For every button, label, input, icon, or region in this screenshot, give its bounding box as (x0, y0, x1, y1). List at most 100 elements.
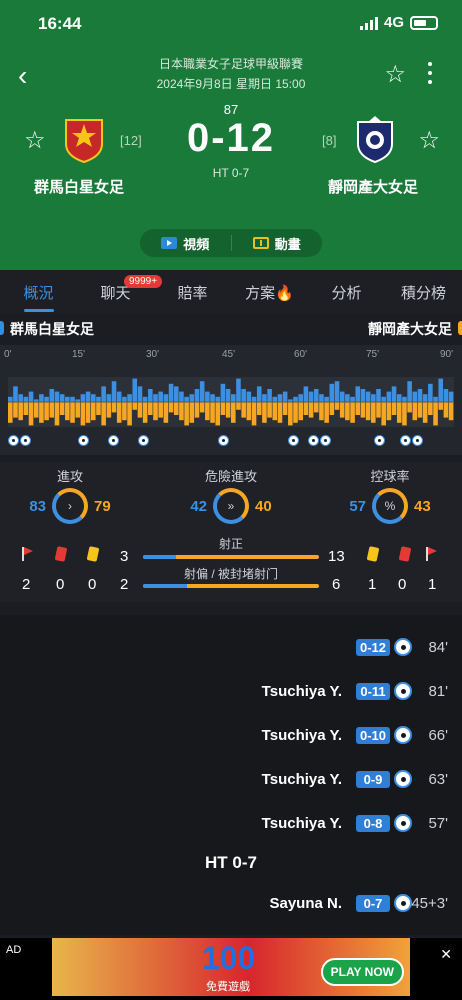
match-header: 16:44 4G ‹ 日本職業女子足球甲級聯賽 2024年9月8日 星期日 15… (0, 0, 462, 270)
away-pressure-bar (65, 402, 70, 421)
home-pressure-bar (251, 396, 257, 402)
on-target-bar (143, 555, 319, 559)
home-pressure-bar (438, 378, 444, 402)
away-pressure-bar (132, 402, 138, 410)
away-pressure-bar (184, 402, 189, 426)
away-pressure-bar (75, 402, 81, 418)
timeline-goal-icon (108, 435, 119, 446)
away-pressure-bar (101, 402, 106, 426)
animation-button[interactable]: 動畫 (232, 229, 323, 257)
ad-close-icon[interactable]: ✕ (440, 946, 452, 963)
attack-home: 83 (29, 497, 46, 515)
red-card-icon (54, 546, 68, 562)
away-pressure-bar (386, 402, 392, 421)
tab-odds[interactable]: 賠率 (154, 270, 231, 314)
home-pressure-bar (298, 394, 304, 402)
home-pressure-bar (106, 394, 112, 402)
away-pressure-bar (205, 402, 210, 421)
signal-icon (359, 16, 378, 30)
home-pressure-bar (448, 391, 454, 402)
away-pressure-bar (148, 402, 153, 415)
away-pressure-bar (324, 402, 329, 423)
home-pressure-bar (39, 394, 44, 402)
ad-label: AD (6, 944, 22, 956)
home-team-name[interactable]: 群馬白星女足 (34, 176, 124, 197)
away-pressure-bar (381, 402, 386, 426)
network-label: 4G (383, 14, 404, 31)
away-pressure-bar (8, 402, 13, 423)
away-pressure-bar (293, 402, 298, 423)
home-pressure-bar (396, 394, 402, 402)
away-pressure-bar (376, 402, 381, 418)
event-row[interactable]: 0-12 84' (0, 633, 462, 663)
ad-play-now-button[interactable]: PLAY NOW (320, 958, 404, 986)
event-player: Tsuchiya Y. (261, 815, 342, 832)
home-pressure-bar (313, 389, 319, 402)
away-pressure-bar (59, 402, 65, 415)
away-pressure-bar (256, 402, 262, 415)
home-pressure-bar (443, 389, 449, 402)
attack-ring-icon: › (52, 488, 88, 524)
media-switcher: 視頻 動畫 (140, 229, 322, 257)
home-pressure-bar (272, 396, 278, 402)
favorite-away-icon[interactable]: ☆ (418, 126, 440, 155)
away-pressure-bar (85, 402, 91, 423)
away-pressure-bar (371, 402, 376, 423)
home-red: 0 (56, 576, 65, 593)
tab-plans[interactable]: 方案🔥 (231, 270, 308, 314)
home-pressure-bar (386, 391, 392, 402)
tick-label: 30' (146, 349, 160, 360)
timeline-away-name: 靜岡產大女足 (368, 321, 462, 337)
away-pressure-bar (417, 402, 423, 418)
event-row[interactable]: Tsuchiya Y. 0-8 57' (0, 809, 462, 839)
tab-analysis[interactable]: 分析 (308, 270, 385, 314)
home-pressure-bar (360, 389, 366, 402)
away-pressure-bar (448, 402, 454, 421)
event-row[interactable]: Sayuna N. 0-7 45+3' (0, 889, 462, 919)
away-pressure-bar (33, 402, 39, 418)
stat-possession: 控球率 57 % 43 (330, 466, 450, 524)
timeline-goal-icon (308, 435, 319, 446)
home-pressure-bar (210, 394, 215, 402)
ad-banner[interactable]: 100 免費遊戲 PLAY NOW (52, 938, 410, 996)
away-pressure-bar (339, 402, 345, 418)
tick-label: 0' (4, 349, 12, 360)
away-pressure-bar (345, 402, 350, 421)
event-row[interactable]: Tsuchiya Y. 0-10 66' (0, 721, 462, 751)
home-pressure-bar (303, 386, 309, 402)
away-pressure-bar (173, 402, 179, 415)
favorite-match-icon[interactable]: ☆ (384, 60, 406, 89)
tab-overview[interactable]: 概況 (0, 270, 77, 314)
home-pressure-bar (376, 389, 381, 402)
away-pressure-bar (282, 402, 288, 415)
away-team-name[interactable]: 靜岡產大女足 (328, 176, 418, 197)
home-pressure-bar (127, 394, 132, 402)
home-pressure-bar (90, 394, 96, 402)
event-minute: 45+3' (411, 895, 448, 912)
tick-label: 15' (72, 349, 86, 360)
home-pressure-bar (220, 383, 226, 402)
goal-ball-icon (394, 814, 412, 832)
away-pressure-bar (319, 402, 324, 421)
away-pressure-bar (438, 402, 444, 410)
home-pressure-bar (173, 386, 179, 402)
off-target-home: 2 (120, 576, 129, 593)
away-pressure-bar (23, 402, 29, 415)
on-target-label: 射正 (218, 537, 243, 551)
home-pressure-bar (132, 378, 138, 402)
home-pressure-bar (137, 386, 143, 402)
away-pressure-bar (298, 402, 304, 421)
event-row[interactable]: Tsuchiya Y. 0-9 63' (0, 765, 462, 795)
more-options-icon[interactable] (428, 62, 432, 89)
tab-standings[interactable]: 積分榜 (385, 270, 462, 314)
timeline-goal-icon (138, 435, 149, 446)
away-pressure-bar (402, 402, 407, 426)
home-pressure-bar (194, 389, 200, 402)
away-pressure-bar (106, 402, 112, 418)
tick-label: 45' (222, 349, 236, 360)
home-yellow: 0 (88, 576, 97, 593)
video-button[interactable]: 視頻 (140, 229, 231, 257)
momentum-chart (8, 377, 454, 427)
event-row[interactable]: Tsuchiya Y. 0-11 81' (0, 677, 462, 707)
away-pressure-bar (246, 402, 252, 421)
